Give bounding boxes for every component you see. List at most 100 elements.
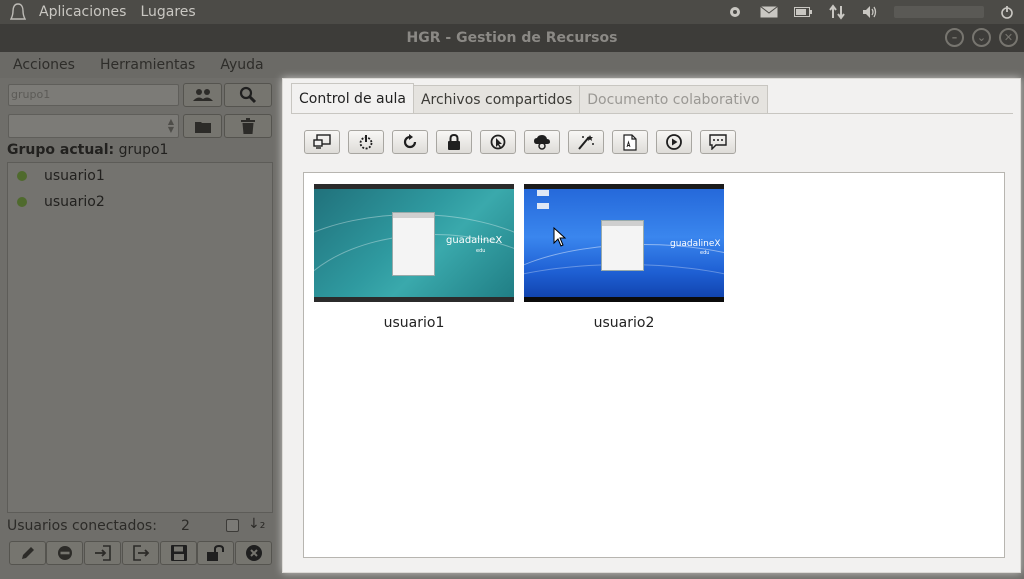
play-icon (666, 134, 682, 150)
menubar: Acciones Herramientas Ayuda (0, 52, 1024, 78)
screen-thumbnail-usuario1[interactable]: guadalineX edu (314, 184, 514, 302)
thumb-window (601, 220, 644, 271)
close-session-button[interactable] (235, 541, 272, 565)
thumb-top-bar (314, 184, 514, 189)
cloud-icon (534, 135, 550, 150)
settings-gear-icon[interactable] (718, 0, 752, 24)
cursor-icon (490, 134, 506, 150)
document-button[interactable] (612, 130, 648, 154)
group-label-prefix: Grupo actual: (7, 142, 115, 158)
reboot-button[interactable] (392, 130, 428, 154)
system-top-panel: Aplicaciones Lugares (0, 0, 1024, 24)
battery-icon[interactable] (786, 0, 820, 24)
minus-circle-icon (57, 546, 72, 560)
window-titlebar: HGR - Gestion de Recursos – ⌄ ✕ (0, 24, 1024, 52)
trash-icon (241, 118, 255, 134)
thumb-brand-sub: edu (476, 248, 486, 254)
tab-bar: Control de aula Archivos compartidos Doc… (291, 83, 768, 113)
current-group-label: Grupo actual: grupo1 (7, 142, 168, 158)
desktop-icon (537, 190, 549, 196)
document-icon (623, 133, 637, 151)
group-name: grupo1 (118, 142, 169, 158)
menu-lugares[interactable]: Lugares (135, 4, 200, 20)
search-icon (239, 86, 257, 104)
spin-arrows-icon[interactable]: ▲ ▼ (168, 118, 174, 134)
group-combo[interactable]: ▲ ▼ (8, 114, 179, 138)
groups-button[interactable] (183, 83, 222, 107)
open-folder-button[interactable] (183, 114, 222, 138)
tab-documento-colaborativo[interactable]: Documento colaborativo (579, 85, 768, 113)
login-button[interactable] (84, 541, 121, 565)
network-arrows-icon[interactable] (820, 0, 854, 24)
group-search-input[interactable]: grupo1 (8, 84, 179, 106)
user-name: usuario2 (44, 194, 105, 210)
folder-icon (194, 121, 211, 133)
logout-button[interactable] (122, 541, 159, 565)
screen-label: usuario2 (593, 315, 655, 331)
thumb-top-bar (524, 184, 724, 189)
close-icon[interactable]: ✕ (999, 28, 1018, 47)
thumb-brand-sub: edu (700, 250, 710, 256)
lock-icon (448, 134, 460, 150)
message-button[interactable] (700, 130, 736, 154)
select-all-checkbox[interactable] (226, 519, 239, 532)
minimize-icon[interactable]: – (945, 28, 964, 47)
broadcast-button[interactable] (524, 130, 560, 154)
search-button[interactable] (224, 83, 272, 107)
user-list: usuario1 usuario2 (7, 162, 273, 513)
edit-button[interactable] (9, 541, 46, 565)
ubuntu-logo-icon[interactable] (6, 0, 30, 24)
list-item[interactable]: usuario1 (8, 163, 272, 189)
remote-control-button[interactable] (480, 130, 516, 154)
screen-thumbnail-usuario2[interactable]: guadalineX edu (524, 184, 724, 302)
save-button[interactable] (160, 541, 197, 565)
thumb-brand: guadalineX (670, 239, 721, 249)
unlock-button[interactable] (197, 541, 234, 565)
status-dot-icon (17, 197, 27, 207)
close-circle-icon (245, 545, 262, 561)
chat-icon (709, 134, 727, 150)
power-icon (359, 135, 373, 150)
shutdown-button[interactable] (348, 130, 384, 154)
monitor-icon (313, 134, 331, 149)
users-icon (192, 89, 213, 101)
remove-button[interactable] (46, 541, 83, 565)
pencil-icon (21, 547, 34, 559)
show-screen-button[interactable] (304, 130, 340, 154)
mouse-pointer-icon (553, 227, 567, 247)
reload-icon (403, 134, 417, 149)
login-icon (94, 545, 111, 561)
menu-herramientas[interactable]: Herramientas (87, 57, 207, 73)
magic-wand-icon (578, 135, 594, 150)
tab-control-de-aula[interactable]: Control de aula (291, 83, 414, 113)
desktop-icon (537, 203, 549, 209)
screens-view: guadalineX edu usuario1 guadalineX edu u… (303, 172, 1005, 558)
action-toolbar (304, 130, 736, 154)
screen-label: usuario1 (383, 315, 445, 331)
connected-users-label: Usuarios conectados: (7, 518, 157, 534)
window-title: HGR - Gestion de Recursos (406, 30, 618, 46)
lock-button[interactable] (436, 130, 472, 154)
sort-numeric-icon[interactable]: ↓₂ (248, 516, 265, 532)
status-dot-icon (17, 171, 27, 181)
connected-users-count: 2 (181, 518, 190, 534)
list-item[interactable]: usuario2 (8, 189, 272, 215)
tab-archivos-compartidos[interactable]: Archivos compartidos (412, 85, 581, 113)
logout-icon (132, 545, 149, 561)
menu-acciones[interactable]: Acciones (0, 57, 87, 73)
floppy-disk-icon (170, 545, 187, 561)
clock-placeholder (894, 6, 984, 18)
play-button[interactable] (656, 130, 692, 154)
magic-button[interactable] (568, 130, 604, 154)
power-icon[interactable] (990, 0, 1024, 24)
maximize-icon[interactable]: ⌄ (972, 28, 991, 47)
unlock-icon (206, 545, 224, 561)
menu-aplicaciones[interactable]: Aplicaciones (34, 4, 131, 20)
thumb-brand: guadalineX (446, 235, 503, 246)
main-panel: Control de aula Archivos compartidos Doc… (282, 78, 1021, 573)
delete-group-button[interactable] (224, 114, 272, 138)
mail-icon[interactable] (752, 0, 786, 24)
volume-icon[interactable] (854, 0, 888, 24)
menu-ayuda[interactable]: Ayuda (207, 57, 275, 73)
user-name: usuario1 (44, 168, 105, 184)
